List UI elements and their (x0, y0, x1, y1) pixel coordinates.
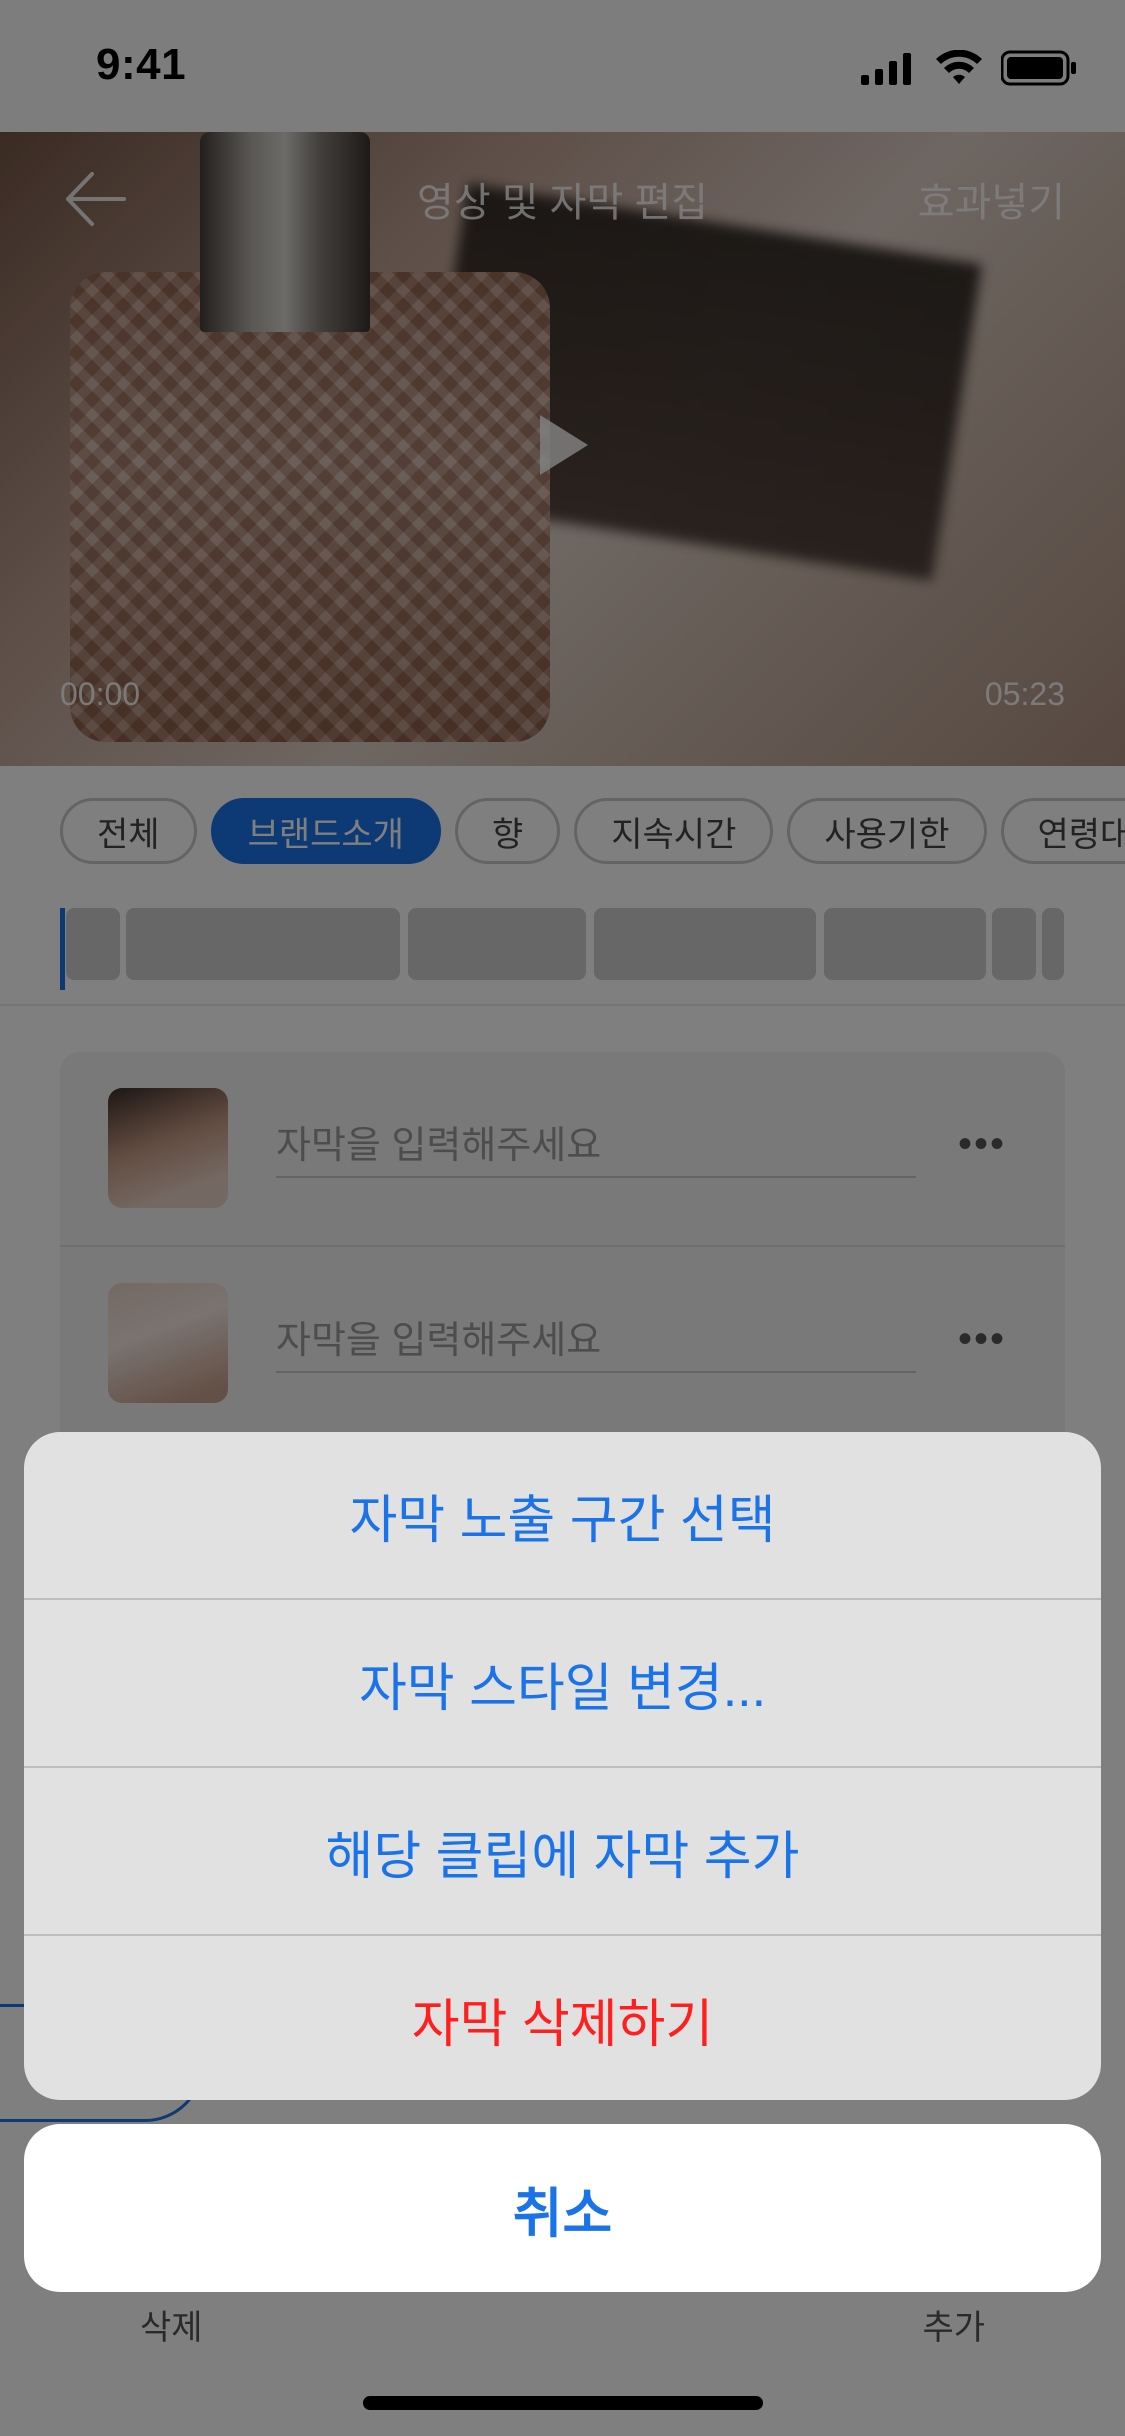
add-subtitle-to-clip-option[interactable]: 해당 클립에 자막 추가 (24, 1768, 1101, 1934)
change-subtitle-style-option[interactable]: 자막 스타일 변경... (24, 1600, 1101, 1766)
home-indicator[interactable] (363, 2396, 763, 2410)
action-sheet: 자막 노출 구간 선택 자막 스타일 변경... 해당 클립에 자막 추가 자막… (24, 1432, 1101, 2100)
cancel-button[interactable]: 취소 (24, 2124, 1101, 2292)
delete-subtitle-option[interactable]: 자막 삭제하기 (24, 1936, 1101, 2100)
select-subtitle-range-option[interactable]: 자막 노출 구간 선택 (24, 1432, 1101, 1598)
